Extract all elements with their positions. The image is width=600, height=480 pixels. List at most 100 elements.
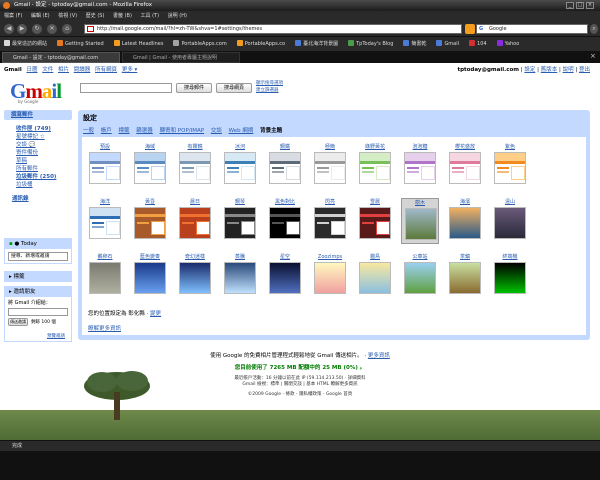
google-bar-more[interactable]: 更多 ▾ <box>122 67 138 73</box>
address-bar[interactable]: http://mail.google.com/mail/?hl=zh-TW&sh… <box>84 24 462 34</box>
nav-contacts[interactable]: 通訊錄 <box>12 196 29 203</box>
search-mail-button[interactable]: 搜尋郵件 <box>176 83 212 93</box>
reload-icon[interactable]: ↻ <box>32 24 42 34</box>
tab-chat[interactable]: 交談 <box>211 128 222 134</box>
theme-option[interactable]: 櫻花盛放 <box>446 143 484 189</box>
bookmark-item[interactable]: Yahoo <box>496 40 519 47</box>
bookmark-item[interactable]: Getting Started <box>57 40 104 47</box>
nav-drafts[interactable]: 草稿 <box>16 158 27 165</box>
back-icon[interactable]: ◀ <box>4 24 14 34</box>
footer-tip-link[interactable]: 更多資訊 <box>368 353 390 359</box>
theme-option[interactable]: 樹木 <box>401 198 439 244</box>
menu-bookmarks[interactable]: 書籤 (B) <box>113 13 132 19</box>
maximize-icon[interactable]: □ <box>576 2 584 9</box>
bookmark-item[interactable]: 簡書乾 <box>403 40 426 47</box>
old-version-link[interactable]: 舊版本 <box>541 67 558 73</box>
bookmark-item[interactable]: TpToday's Blog <box>348 40 393 47</box>
tab-web-clips[interactable]: Web 網摘 <box>229 128 254 134</box>
theme-option[interactable]: 預設 <box>86 143 124 189</box>
nav-spam[interactable]: 垃圾郵件 (250) <box>16 174 56 181</box>
theme-option[interactable]: 茶鎮 <box>446 253 484 299</box>
search-web-button[interactable]: 搜尋網頁 <box>216 83 252 93</box>
theme-option[interactable]: 冰河 <box>221 143 259 189</box>
tab-gmail-help[interactable]: Gmail | Gmail - 使用者專屬主題說明 <box>122 52 240 63</box>
nav-all-mail[interactable]: 所有郵件 <box>16 166 38 173</box>
preview-invite-link[interactable]: 預覽邀請 <box>47 334 65 340</box>
theme-option[interactable]: 極簡 <box>311 143 349 189</box>
theme-option[interactable]: 遠山 <box>491 198 529 244</box>
theme-option[interactable]: 雪晨 <box>356 198 394 244</box>
bookmark-item[interactable]: PortableApps.com <box>173 40 227 47</box>
labels-header[interactable]: ▸ 標籤 <box>5 272 71 282</box>
theme-option[interactable]: 公車站 <box>401 253 439 299</box>
theme-option[interactable]: 海洋 <box>86 198 124 244</box>
bookmark-item[interactable]: Latest Headlines <box>113 40 163 47</box>
tab-filters[interactable]: 篩選器 <box>136 128 153 134</box>
theme-option[interactable]: 海濱 <box>446 198 484 244</box>
theme-option[interactable]: 藍色變奏 <box>131 253 169 299</box>
minimize-icon[interactable]: _ <box>566 2 574 9</box>
bookmark-item[interactable]: Gmail <box>436 40 459 47</box>
invite-header[interactable]: ▸ 邀請朋友 <box>5 287 71 297</box>
forward-icon[interactable]: ▶ <box>17 24 27 34</box>
theme-option[interactable]: 黑色對比 <box>266 198 304 244</box>
help-link[interactable]: 說明 <box>563 67 574 73</box>
menu-help[interactable]: 說明 (H) <box>168 13 187 19</box>
bookmark-item[interactable]: PortableApps.co <box>236 40 285 47</box>
create-filter-link[interactable]: 建立篩選器 <box>256 88 279 94</box>
google-bar-photos[interactable]: 相片 <box>58 67 69 73</box>
learn-more-themes-link[interactable]: 瞭解更多資訊 <box>88 324 121 332</box>
theme-option[interactable]: 鋼鐵 <box>266 143 304 189</box>
nav-sent[interactable]: 寄件備份 <box>16 150 38 157</box>
nav-trash[interactable]: 垃圾桶 <box>16 182 33 189</box>
home-icon[interactable]: ⌂ <box>62 24 72 34</box>
google-bar-web[interactable]: 所有網頁 <box>95 67 117 73</box>
theme-option[interactable]: 鵝卵石 <box>86 253 124 299</box>
nav-starred[interactable]: 星號標記 ☆ <box>16 134 45 141</box>
google-bar-gmail[interactable]: Gmail <box>4 67 22 73</box>
nav-inbox[interactable]: 收件匣 (749) <box>16 126 51 133</box>
theme-option[interactable]: 鋼琴 <box>221 198 259 244</box>
theme-option[interactable]: 紫色 <box>491 143 529 189</box>
google-bar-docs[interactable]: 文件 <box>42 67 53 73</box>
theme-option[interactable]: 綠野黃花 <box>356 143 394 189</box>
invite-email-input[interactable] <box>8 308 68 316</box>
theme-option[interactable]: 終端機 <box>491 253 529 299</box>
menu-tools[interactable]: 工具 (T) <box>141 13 160 19</box>
tab-general[interactable]: 一般 <box>83 128 94 134</box>
theme-option[interactable]: 有霧鏡 <box>176 143 214 189</box>
change-location-link[interactable]: 變更 <box>150 311 161 317</box>
compose-button[interactable]: 撰寫郵件 <box>4 110 72 120</box>
menu-edit[interactable]: 編輯 (E) <box>31 13 50 19</box>
close-icon[interactable]: × <box>586 2 594 9</box>
signout-link[interactable]: 登出 <box>579 67 590 73</box>
tab-gmail-settings[interactable]: Gmail - 設定 - tptoday@gmail.com <box>2 52 120 63</box>
nav-chats[interactable]: 交談 💬 <box>16 142 36 149</box>
theme-option[interactable]: 蒸騰 <box>221 253 259 299</box>
menu-file[interactable]: 檔案 (F) <box>4 13 22 19</box>
search-options-link[interactable]: 顯示搜尋選項 <box>256 81 283 87</box>
theme-option[interactable]: 泡泡糖 <box>401 143 439 189</box>
google-bar-reader[interactable]: 閱讀器 <box>74 67 91 73</box>
theme-option[interactable]: 貓鳥 <box>356 253 394 299</box>
rss-icon[interactable] <box>465 24 475 34</box>
settings-link[interactable]: 設定 <box>524 67 535 73</box>
bookmark-item[interactable]: 臺北海洋背景圖 <box>295 40 338 47</box>
tab-forwarding[interactable]: 轉寄和 POP/IMAP <box>160 128 205 134</box>
gmail-logo[interactable]: Gmail by Google <box>10 79 76 105</box>
send-invite-button[interactable]: 傳送邀請 <box>8 318 28 326</box>
tab-themes[interactable]: 背景主題 <box>260 128 282 134</box>
theme-option[interactable]: 閃亮 <box>311 198 349 244</box>
tab-close-icon[interactable]: × <box>590 52 596 60</box>
theme-option[interactable]: 奇幻迷樣 <box>176 253 214 299</box>
web-search-input[interactable]: G Google <box>476 24 588 34</box>
google-bar-calendar[interactable]: 日曆 <box>26 67 37 73</box>
theme-option[interactable]: 黃昏 <box>131 198 169 244</box>
bookmark-item[interactable]: 最常造訪的網站 <box>4 40 47 47</box>
menu-view[interactable]: 檢視 (V) <box>58 13 77 19</box>
mail-search-input[interactable] <box>80 83 172 93</box>
stop-icon[interactable]: ✕ <box>47 24 57 34</box>
theme-option[interactable]: 星空 <box>266 253 304 299</box>
bookmark-item[interactable]: 104 <box>469 40 487 47</box>
theme-option[interactable]: 晨日 <box>176 198 214 244</box>
